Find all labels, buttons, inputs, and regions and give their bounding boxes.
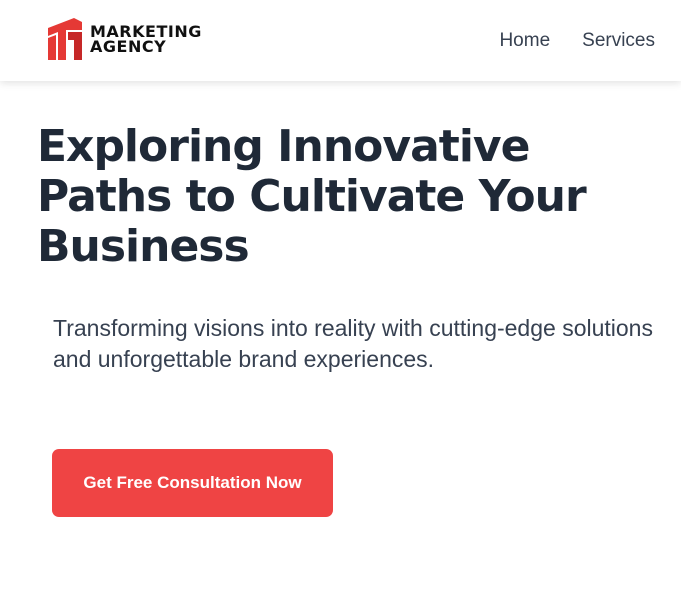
logo-link[interactable]: MARKETING AGENCY (48, 18, 202, 60)
hero-subtitle: Transforming visions into reality with c… (53, 315, 653, 372)
free-consultation-button[interactable]: Get Free Consultation Now (52, 449, 333, 517)
site-header: MARKETING AGENCY Home Services (0, 0, 681, 81)
main-nav: Home Services (499, 30, 655, 52)
hero-title: Exploring Innovative Paths to Cultivate … (37, 121, 587, 272)
brand-name: MARKETING AGENCY (90, 24, 202, 56)
agency-logo-icon (48, 18, 82, 60)
nav-item-services[interactable]: Services (582, 30, 655, 52)
nav-item-home[interactable]: Home (499, 30, 550, 52)
brand-name-line2: AGENCY (90, 37, 167, 56)
